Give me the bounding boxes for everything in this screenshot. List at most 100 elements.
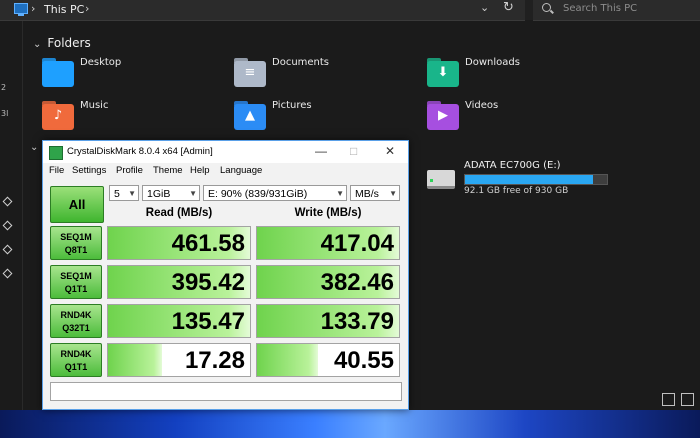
folder-documents[interactable]: ≡ Documents bbox=[234, 57, 384, 91]
unit-value: MB/s bbox=[355, 188, 379, 200]
menu-bar: File Settings Profile Theme Help Languag… bbox=[43, 164, 408, 178]
view-toggle[interactable] bbox=[656, 391, 694, 410]
drive-e[interactable]: ADATA EC700G (E:) 92.1 GB free of 930 GB bbox=[427, 160, 617, 200]
write-column-header: Write (MB/s) bbox=[294, 207, 362, 219]
test-button-seq1m-q8t1[interactable]: SEQ1M Q8T1 bbox=[50, 226, 102, 260]
all-button[interactable]: All bbox=[50, 186, 104, 223]
music-folder-icon: ♪ bbox=[42, 101, 74, 130]
tiles-view-icon[interactable] bbox=[681, 393, 694, 406]
app-icon bbox=[49, 146, 63, 160]
test-count-select[interactable]: 5 ▼ bbox=[109, 185, 139, 201]
test-count-value: 5 bbox=[114, 188, 120, 200]
menu-help[interactable]: Help bbox=[190, 165, 210, 176]
menu-language[interactable]: Language bbox=[220, 165, 262, 176]
nav-text: 2 bbox=[1, 83, 7, 92]
test-size-value: 1GiB bbox=[147, 188, 171, 200]
minimize-button[interactable]: — bbox=[315, 144, 327, 158]
chevron-down-icon: ⌄ bbox=[33, 39, 42, 50]
write-value: 382.46 bbox=[320, 269, 394, 296]
read-result-cell: 17.28 bbox=[107, 343, 251, 377]
breadcrumb-this-pc[interactable]: This PC bbox=[44, 3, 84, 16]
menu-profile[interactable]: Profile bbox=[116, 165, 143, 176]
read-value: 17.28 bbox=[184, 347, 245, 374]
chevron-right-icon[interactable]: › bbox=[85, 2, 89, 15]
desktop-folder-icon bbox=[42, 58, 74, 87]
write-value: 133.79 bbox=[320, 308, 394, 335]
write-value: 417.04 bbox=[320, 230, 394, 257]
desktop-wallpaper bbox=[0, 410, 700, 438]
read-value: 395.42 bbox=[171, 269, 245, 296]
write-result-cell: 133.79 bbox=[256, 304, 400, 338]
read-value: 461.58 bbox=[171, 230, 245, 257]
test-queue: Q8T1 bbox=[64, 245, 88, 255]
folder-music[interactable]: ♪ Music bbox=[42, 100, 192, 134]
test-button-seq1m-q1t1[interactable]: SEQ1M Q1T1 bbox=[50, 265, 102, 299]
read-result-cell: 461.58 bbox=[107, 226, 251, 260]
pin-icon[interactable] bbox=[2, 220, 13, 231]
test-size-select[interactable]: 1GiB ▼ bbox=[142, 185, 200, 201]
read-result-cell: 135.47 bbox=[107, 304, 251, 338]
drive-select-value: E: 90% (839/931GiB) bbox=[208, 188, 308, 200]
write-value: 40.55 bbox=[333, 347, 394, 374]
refresh-icon[interactable]: ↻ bbox=[503, 0, 514, 15]
nav-text: 3l bbox=[1, 109, 9, 118]
test-name: SEQ1M bbox=[60, 232, 92, 242]
test-name: SEQ1M bbox=[60, 271, 92, 281]
menu-settings[interactable]: Settings bbox=[72, 165, 106, 176]
comment-field[interactable] bbox=[50, 382, 402, 401]
pin-icon[interactable] bbox=[2, 244, 13, 255]
drive-usage-bar bbox=[464, 174, 608, 185]
drive-name: ADATA EC700G (E:) bbox=[464, 160, 561, 171]
search-icon bbox=[542, 3, 551, 12]
read-value: 135.47 bbox=[171, 308, 245, 335]
drive-free-space: 92.1 GB free of 930 GB bbox=[464, 186, 569, 196]
folder-downloads[interactable]: ⬇ Downloads bbox=[427, 57, 577, 91]
chevron-down-icon: ▼ bbox=[336, 189, 344, 198]
downloads-folder-icon: ⬇ bbox=[427, 58, 459, 87]
write-result-cell: 417.04 bbox=[256, 226, 400, 260]
navigation-pane[interactable]: 2 3l bbox=[0, 21, 23, 411]
search-placeholder: Search This PC bbox=[563, 3, 638, 14]
read-bar-fill bbox=[108, 344, 162, 376]
search-input[interactable]: Search This PC bbox=[533, 0, 700, 21]
chevron-down-icon[interactable]: ⌄ bbox=[480, 1, 489, 14]
menu-file[interactable]: File bbox=[49, 165, 64, 176]
chevron-down-icon: ▼ bbox=[389, 189, 397, 198]
write-result-cell: 382.46 bbox=[256, 265, 400, 299]
hard-drive-icon bbox=[427, 170, 455, 189]
close-button[interactable]: ✕ bbox=[385, 144, 395, 158]
read-column-header: Read (MB/s) bbox=[145, 207, 213, 219]
drive-select[interactable]: E: 90% (839/931GiB) ▼ bbox=[203, 185, 347, 201]
folders-section-header[interactable]: ⌄ Folders bbox=[33, 36, 91, 50]
test-button-rnd4k-q1t1[interactable]: RND4K Q1T1 bbox=[50, 343, 102, 377]
folder-videos[interactable]: ▶ Videos bbox=[427, 100, 577, 134]
test-name: RND4K bbox=[60, 349, 92, 359]
unit-select[interactable]: MB/s ▼ bbox=[350, 185, 400, 201]
chevron-right-icon[interactable]: › bbox=[31, 2, 35, 15]
title-bar[interactable]: CrystalDiskMark 8.0.4 x64 [Admin] — □ ✕ bbox=[43, 141, 408, 163]
address-bar[interactable]: › This PC › ⌄ ↻ bbox=[0, 0, 525, 21]
folder-pictures[interactable]: ▲ Pictures bbox=[234, 100, 384, 134]
crystaldiskmark-window[interactable]: CrystalDiskMark 8.0.4 x64 [Admin] — □ ✕ … bbox=[42, 140, 409, 410]
folder-label: Downloads bbox=[465, 57, 520, 68]
this-pc-icon bbox=[14, 3, 28, 16]
test-button-rnd4k-q32t1[interactable]: RND4K Q32T1 bbox=[50, 304, 102, 338]
chevron-down-icon[interactable]: ⌄ bbox=[30, 142, 38, 153]
drive-led-icon bbox=[430, 179, 433, 182]
test-queue: Q1T1 bbox=[64, 284, 88, 294]
test-name: RND4K bbox=[60, 310, 92, 320]
maximize-button[interactable]: □ bbox=[350, 144, 357, 158]
folder-label: Music bbox=[80, 100, 109, 111]
details-view-icon[interactable] bbox=[662, 393, 675, 406]
write-result-cell: 40.55 bbox=[256, 343, 400, 377]
test-queue: Q32T1 bbox=[62, 323, 90, 333]
read-result-cell: 395.42 bbox=[107, 265, 251, 299]
menu-theme[interactable]: Theme bbox=[153, 165, 183, 176]
folder-label: Videos bbox=[465, 100, 499, 111]
drive-usage-fill bbox=[465, 175, 593, 184]
folder-desktop[interactable]: Desktop bbox=[42, 57, 192, 91]
folder-label: Documents bbox=[272, 57, 330, 68]
window-title: CrystalDiskMark 8.0.4 x64 [Admin] bbox=[67, 146, 213, 157]
pin-icon[interactable] bbox=[2, 268, 13, 279]
pin-icon[interactable] bbox=[2, 196, 13, 207]
